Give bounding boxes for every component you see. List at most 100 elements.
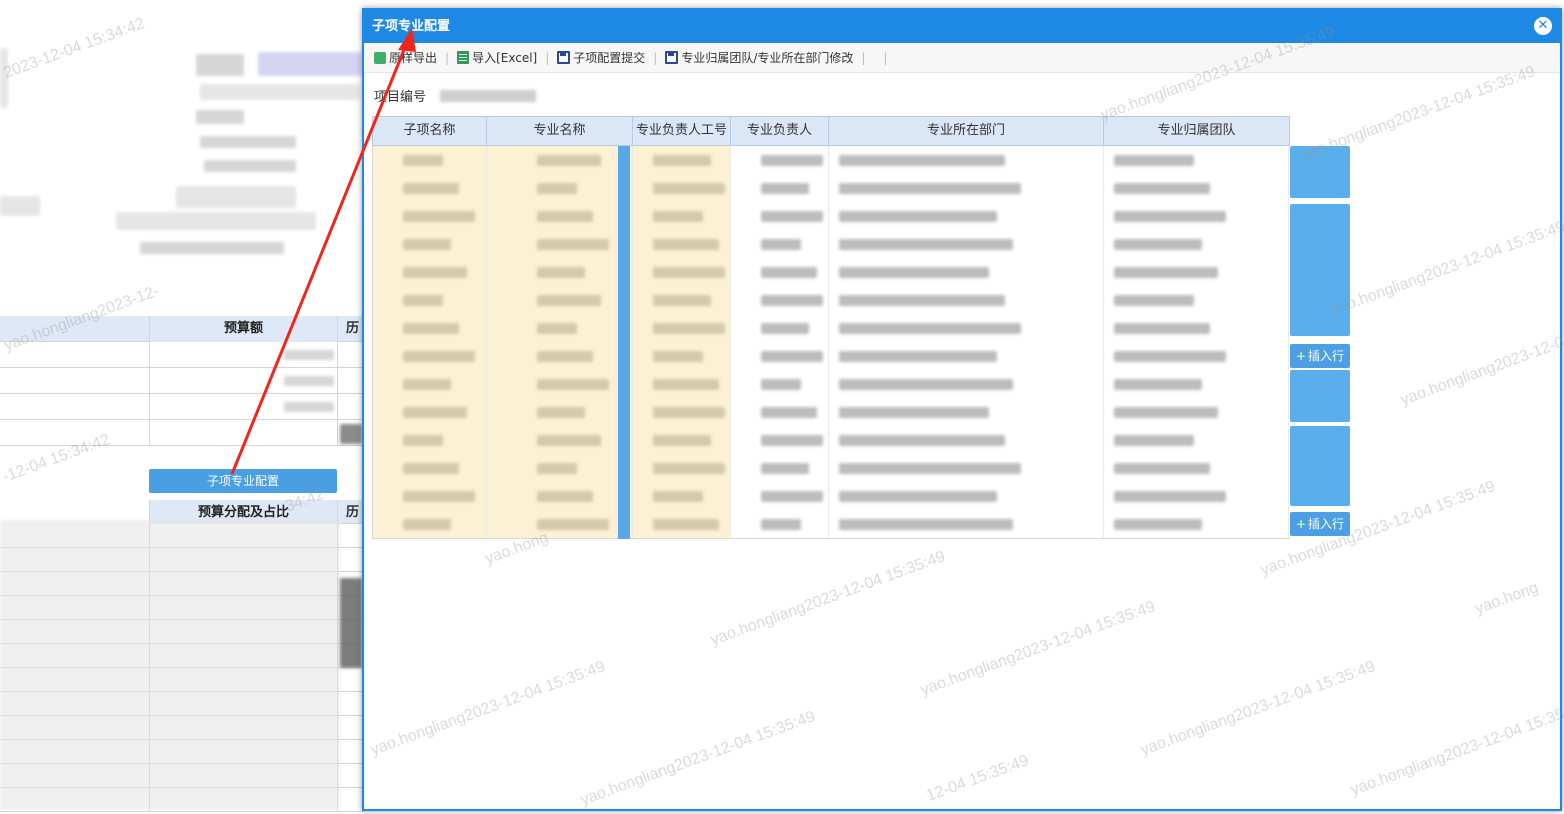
table-row[interactable] [373, 426, 1290, 454]
grid-cell[interactable] [633, 482, 731, 510]
grid-cell[interactable] [633, 258, 731, 286]
col-team[interactable]: 专业归属团队 [1104, 117, 1289, 145]
grid-cell[interactable] [1104, 174, 1289, 202]
grid-cell[interactable] [487, 314, 633, 342]
grid-cell[interactable] [373, 482, 487, 510]
grid-cell[interactable] [731, 482, 829, 510]
grid-cell[interactable] [829, 426, 1104, 454]
grid-cell[interactable] [487, 342, 633, 370]
grid-cell[interactable] [1104, 398, 1289, 426]
insert-row-button[interactable]: + 插入行 [1290, 512, 1350, 536]
col-leader-id[interactable]: 专业负责人工号 [633, 117, 731, 145]
table-row[interactable] [373, 202, 1290, 230]
grid-cell[interactable] [1104, 426, 1289, 454]
grid-cell[interactable] [633, 230, 731, 258]
grid-cell[interactable] [829, 174, 1104, 202]
grid-cell[interactable] [373, 146, 487, 174]
table-row[interactable] [373, 482, 1290, 510]
insert-row-button[interactable] [1290, 426, 1350, 506]
grid-cell[interactable] [487, 286, 633, 314]
grid-cell[interactable] [633, 342, 731, 370]
grid-cell[interactable] [829, 314, 1104, 342]
grid-cell[interactable] [487, 370, 633, 398]
grid-cell[interactable] [1104, 342, 1289, 370]
insert-row-button[interactable]: + 插入行 [1290, 344, 1350, 368]
grid-cell[interactable] [731, 314, 829, 342]
grid-cell[interactable] [487, 174, 633, 202]
grid-cell[interactable] [633, 146, 731, 174]
grid-cell[interactable] [487, 202, 633, 230]
table-row[interactable] [373, 174, 1290, 202]
col-leader[interactable]: 专业负责人 [731, 117, 829, 145]
grid-cell[interactable] [731, 370, 829, 398]
grid-cell[interactable] [1104, 146, 1289, 174]
grid-cell[interactable] [829, 510, 1104, 538]
grid-cell[interactable] [487, 510, 633, 538]
grid-cell[interactable] [633, 202, 731, 230]
subitem-config-button[interactable]: 子项专业配置 [149, 469, 337, 493]
table-row[interactable] [373, 230, 1290, 258]
modify-team-department-button[interactable]: 专业归属团队/专业所在部门修改 [659, 49, 859, 66]
grid-cell[interactable] [731, 398, 829, 426]
grid-cell[interactable] [1104, 510, 1289, 538]
grid-cell[interactable] [731, 286, 829, 314]
grid-cell[interactable] [373, 314, 487, 342]
grid-cell[interactable] [829, 202, 1104, 230]
grid-cell[interactable] [373, 426, 487, 454]
col-subitem-name[interactable]: 子项名称 [373, 117, 487, 145]
grid-cell[interactable] [1104, 202, 1289, 230]
grid-cell[interactable] [633, 398, 731, 426]
table-row[interactable] [373, 342, 1290, 370]
grid-cell[interactable] [373, 258, 487, 286]
table-row[interactable] [373, 258, 1290, 286]
grid-cell[interactable] [1104, 482, 1289, 510]
grid-cell[interactable] [1104, 454, 1289, 482]
grid-cell[interactable] [633, 510, 731, 538]
grid-cell[interactable] [829, 230, 1104, 258]
grid-cell[interactable] [829, 482, 1104, 510]
table-row[interactable] [373, 314, 1290, 342]
close-icon[interactable]: ✕ [1534, 17, 1552, 35]
grid-cell[interactable] [829, 398, 1104, 426]
grid-cell[interactable] [829, 454, 1104, 482]
insert-row-button[interactable] [1290, 370, 1350, 422]
table-row[interactable] [373, 398, 1290, 426]
grid-cell[interactable] [731, 426, 829, 454]
grid-cell[interactable] [1104, 286, 1289, 314]
grid-cell[interactable] [487, 398, 633, 426]
grid-cell[interactable] [731, 174, 829, 202]
submit-subitem-config-button[interactable]: 子项配置提交 [551, 49, 651, 66]
grid-cell[interactable] [373, 454, 487, 482]
grid-cell[interactable] [633, 454, 731, 482]
grid-cell[interactable] [633, 174, 731, 202]
grid-cell[interactable] [373, 342, 487, 370]
import-excel-button[interactable]: 导入[Excel] [451, 49, 543, 66]
grid-cell[interactable] [487, 482, 633, 510]
table-row[interactable] [373, 510, 1290, 538]
grid-cell[interactable] [373, 370, 487, 398]
export-as-is-button[interactable]: 原样导出 [368, 49, 443, 66]
grid-cell[interactable] [731, 230, 829, 258]
grid-cell[interactable] [731, 454, 829, 482]
grid-cell[interactable] [731, 510, 829, 538]
grid-cell[interactable] [829, 286, 1104, 314]
grid-cell[interactable] [487, 258, 633, 286]
grid-cell[interactable] [373, 286, 487, 314]
table-row[interactable] [373, 454, 1290, 482]
grid-cell[interactable] [829, 258, 1104, 286]
grid-cell[interactable] [731, 146, 829, 174]
grid-cell[interactable] [633, 370, 731, 398]
grid-cell[interactable] [731, 342, 829, 370]
insert-row-button[interactable] [1290, 204, 1350, 336]
grid-cell[interactable] [487, 230, 633, 258]
grid-cell[interactable] [829, 370, 1104, 398]
table-row[interactable] [373, 146, 1290, 174]
grid-cell[interactable] [487, 454, 633, 482]
grid-cell[interactable] [633, 314, 731, 342]
col-department[interactable]: 专业所在部门 [829, 117, 1104, 145]
grid-cell[interactable] [829, 146, 1104, 174]
grid-cell[interactable] [1104, 230, 1289, 258]
grid-cell[interactable] [487, 426, 633, 454]
table-row[interactable] [373, 370, 1290, 398]
col-specialty-name[interactable]: 专业名称 [487, 117, 633, 145]
